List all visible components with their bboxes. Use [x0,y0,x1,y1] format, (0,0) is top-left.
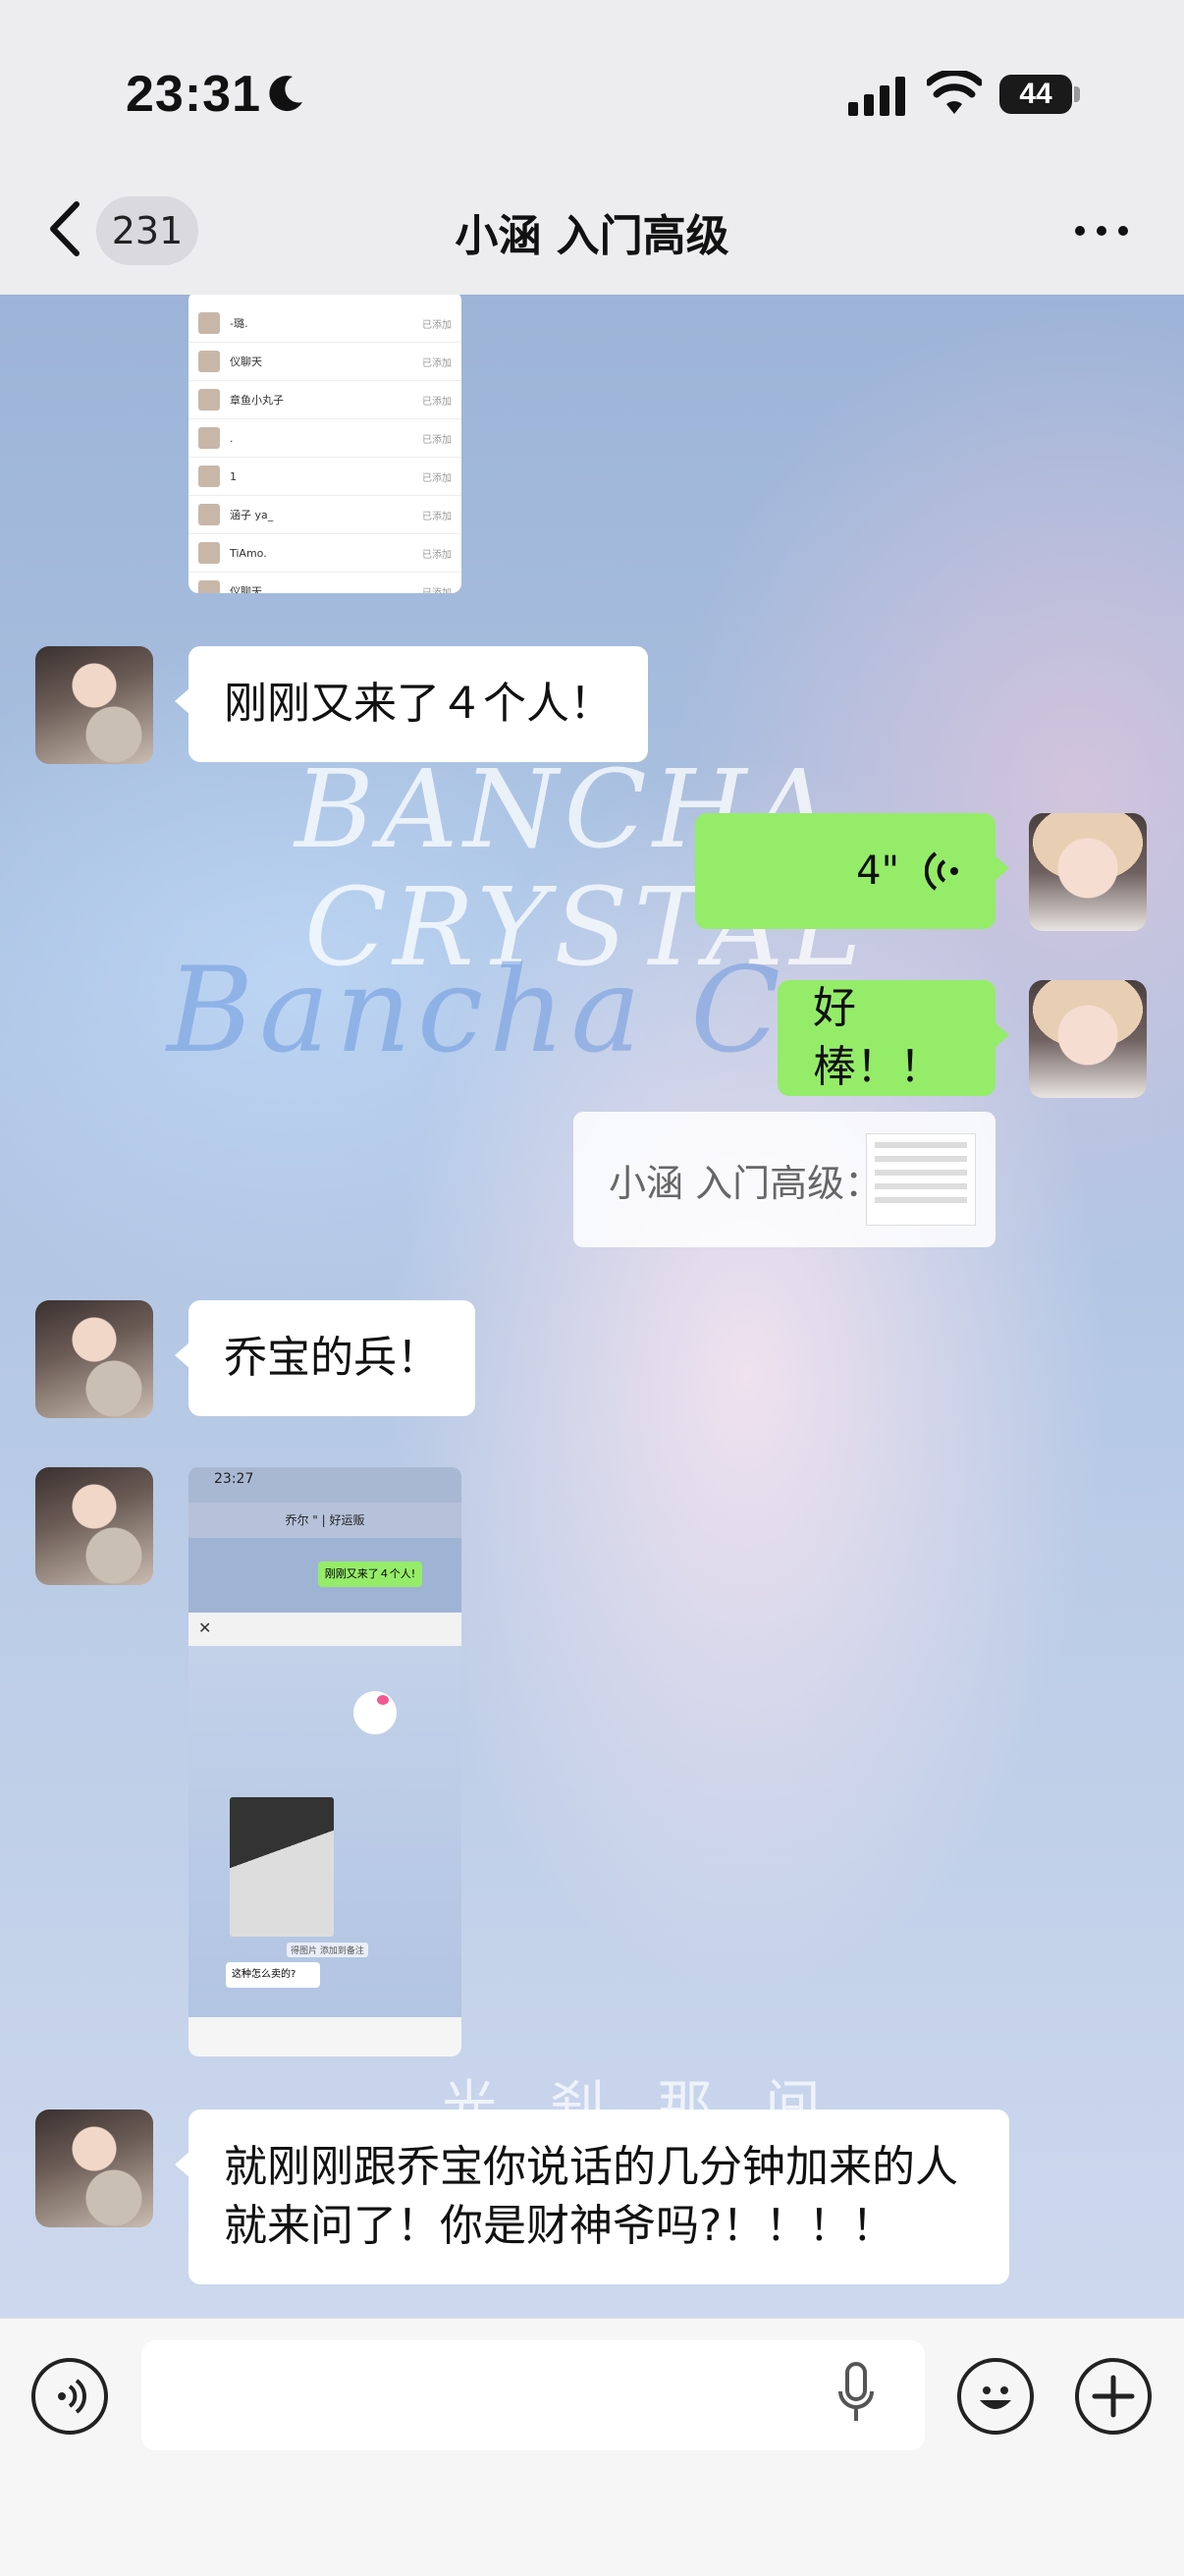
message-bubble[interactable]: 就刚刚跟乔宝你说话的几分钟加来的人就来问了！你是财神爷吗?！！！！ [175,2110,1009,2284]
message-input[interactable] [141,2340,925,2450]
contact-name: 仪聊天 [230,585,262,593]
hello-kitty-sticker [353,1691,397,1734]
avatar[interactable] [1029,980,1147,1098]
chat-screenshot-image[interactable]: 23:27 乔尔 " | 好运贩 刚刚又来了４个人! ✕ 得图片 添加到备注 这… [188,1467,461,2056]
chat-area[interactable]: BANCHA CRYSTAL Bancha C 光 刹 那 间 -璐. 已添加 仪聊… [0,295,1184,2318]
screenshot-msg: 刚刚又来了４个人! [318,1562,422,1587]
more-actions-button[interactable] [1075,2358,1152,2435]
contact-status: 已添加 [422,472,452,484]
avatar[interactable] [35,2110,153,2227]
chat-title: 小涵 入门高级 [455,211,729,261]
voice-message-bubble[interactable]: 4" [695,813,1009,929]
unread-count-badge[interactable]: 231 [96,196,198,265]
input-bar [0,2318,1184,2576]
contact-row: -璐. 已添加 [188,304,461,343]
contact-avatar [198,504,220,525]
top-bar: 23:31 44 231 小涵 入门高级 [0,0,1184,295]
contact-status: 已添加 [422,396,452,408]
message-text: 就刚刚跟乔宝你说话的几分钟加来的人就来问了！你是财神爷吗?！！！！ [224,2142,958,2251]
moon-icon [269,76,302,112]
plus-icon [1092,2375,1135,2418]
screenshot-msg2: 这种怎么卖的? [226,1962,320,1988]
contact-status: 已添加 [422,434,452,446]
contact-name: 涵子 ya_ [230,509,274,521]
contact-name: -璐. [230,317,248,330]
back-arrow-icon[interactable] [43,194,88,263]
screenshot-badge: 得图片 添加到备注 [287,1943,368,1957]
contact-name: . [230,431,234,445]
wifi-icon [927,71,982,114]
voice-duration: 4" [856,849,899,894]
contact-status: 已添加 [422,587,452,594]
message-bubble[interactable]: 乔宝的兵！ [175,1300,475,1416]
contact-avatar [198,542,220,564]
contact-status: 已添加 [422,357,452,369]
contact-status: 已添加 [422,319,452,331]
screenshot-title: 乔尔 " | 好运贩 [188,1503,461,1538]
screenshot-overlay: ✕ 得图片 添加到备注 这种怎么卖的? [188,1613,461,2056]
voice-mode-button[interactable] [31,2358,108,2435]
message-text: 刚刚又来了４个人！ [224,679,613,729]
battery-cap [1074,86,1080,102]
overlay-header: ✕ [188,1613,461,1646]
contact-row: 章鱼小丸子 已添加 [188,381,461,419]
message-text: 好棒！！ [813,983,942,1092]
avatar[interactable] [35,1300,153,1418]
message-bubble[interactable]: 刚刚又来了４个人！ [175,646,648,762]
contact-row: TiAmo. 已添加 [188,534,461,573]
cat-photo [230,1797,334,1937]
more-icon[interactable] [1072,216,1131,246]
avatar[interactable] [35,1467,153,1585]
contact-row: 仪聊天 已添加 [188,343,461,381]
contacts-list: -璐. 已添加 仪聊天 已添加 章鱼小丸子 已添加. 已添加 1 已添加 涵子 ya_ 已添加 TiA… [188,295,461,593]
contacts-screenshot-image[interactable]: -璐. 已添加 仪聊天 已添加 章鱼小丸子 已添加. 已添加 1 已添加 涵子 ya_ 已添加 TiA… [188,295,461,593]
contact-avatar [198,351,220,372]
signal-icon [848,77,905,116]
screenshot-inputbar [188,2017,461,2056]
message-text: 乔宝的兵！ [224,1333,440,1383]
wallpaper-text: Bancha C [167,943,787,1079]
avatar[interactable] [35,646,153,764]
quote-thumbnail [866,1133,976,1226]
contact-name: 章鱼小丸子 [230,394,284,407]
contact-name: 仪聊天 [230,356,262,368]
smiley-icon [980,2386,1011,2409]
status-time: 23:31 [126,66,261,123]
message-bubble[interactable]: 好棒！！ [778,980,1009,1096]
contact-avatar [198,427,220,449]
contact-name: 1 [230,469,237,483]
quote-text: 小涵 入门高级： [609,1161,883,1205]
contact-avatar [198,580,220,593]
contact-row: 1 已添加 [188,458,461,496]
screenshot-time: 23:27 [214,1471,254,1487]
screenshot-status: 23:27 [188,1467,461,1503]
contact-row: . 已添加 [188,419,461,458]
emoji-button[interactable] [957,2358,1034,2435]
contact-avatar [198,312,220,334]
contact-avatar [198,466,220,487]
contact-status: 已添加 [422,511,452,522]
voice-wave-icon [58,2379,86,2414]
contact-avatar [198,389,220,411]
contact-status: 已添加 [422,549,452,561]
contact-row: 涵子 ya_ 已添加 [188,496,461,534]
battery-icon: 44 [999,75,1072,114]
voice-wave-icon [925,851,958,891]
quoted-message[interactable]: 小涵 入门高级： [573,1112,996,1247]
microphone-icon[interactable] [836,2362,876,2427]
contact-row: 仪聊天 已添加 [188,573,461,593]
avatar[interactable] [1029,813,1147,931]
contact-name: TiAmo. [230,546,267,560]
